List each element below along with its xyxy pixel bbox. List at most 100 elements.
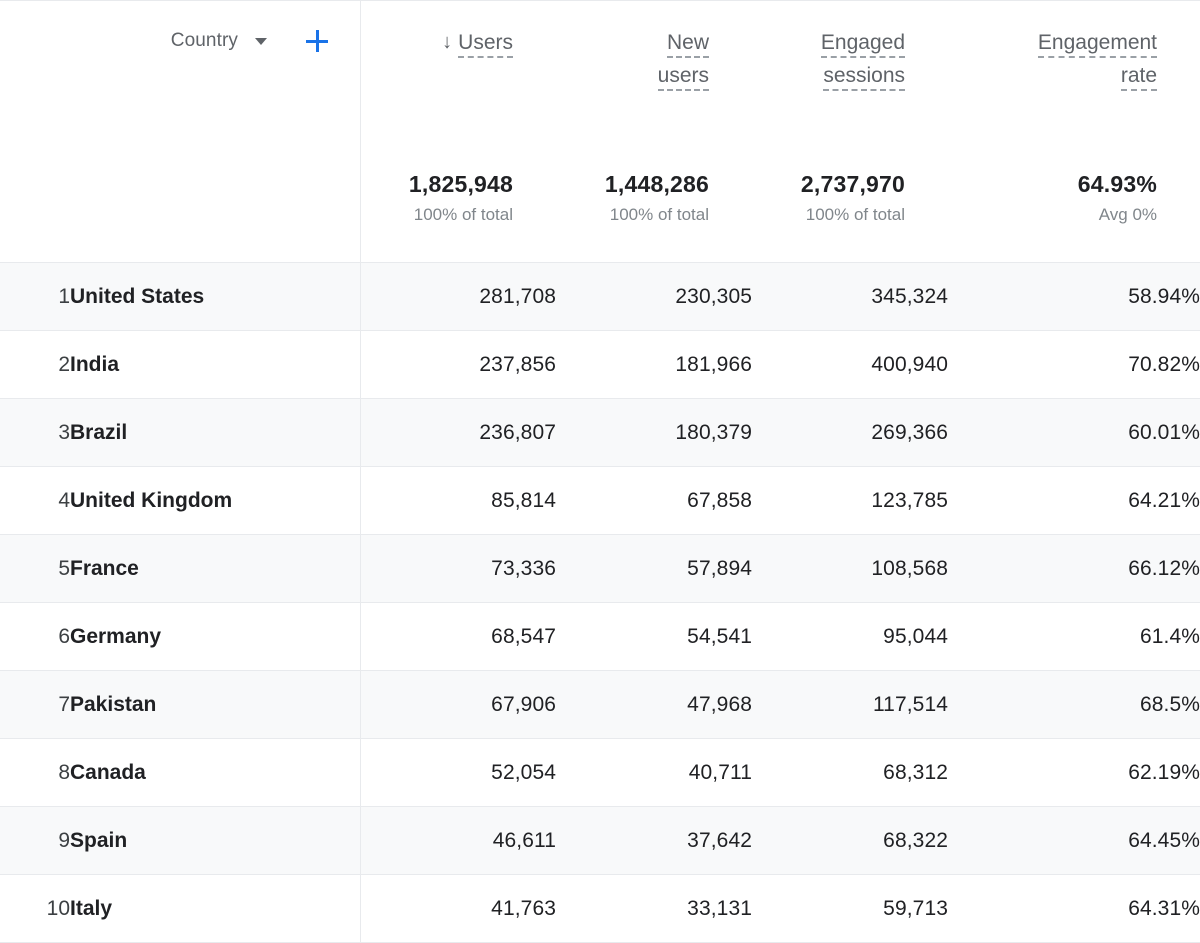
row-users: 236,807 <box>360 399 556 467</box>
row-engagement-rate: 64.31% <box>948 875 1200 943</box>
row-engagement-rate: 64.45% <box>948 807 1200 875</box>
dimension-label[interactable]: Country <box>171 30 238 52</box>
dimension-metric-divider <box>360 1 361 943</box>
row-engaged-sessions: 68,322 <box>752 807 948 875</box>
row-rank: 6 <box>0 603 70 671</box>
table-row[interactable]: 5France73,33657,894108,56866.12% <box>0 535 1200 603</box>
totals-dimension-cell <box>0 149 360 263</box>
row-rank: 9 <box>0 807 70 875</box>
totals-value: 1,825,948 <box>360 170 513 198</box>
plus-icon[interactable] <box>306 30 328 52</box>
column-header-users[interactable]: ↓Users <box>360 1 556 149</box>
table-row[interactable]: 6Germany68,54754,54195,04461.4% <box>0 603 1200 671</box>
row-engagement-rate: 58.94% <box>948 263 1200 331</box>
analytics-data-table: Country ↓Users New <box>0 0 1200 942</box>
totals-subtext: 100% of total <box>556 202 709 228</box>
row-new-users: 180,379 <box>556 399 752 467</box>
row-country-label[interactable]: Canada <box>70 739 360 807</box>
row-engagement-rate: 61.4% <box>948 603 1200 671</box>
row-new-users: 40,711 <box>556 739 752 807</box>
totals-subtext: Avg 0% <box>948 202 1157 228</box>
totals-cell-new-users: 1,448,286 100% of total <box>556 149 752 263</box>
table-row[interactable]: 7Pakistan67,90647,968117,51468.5% <box>0 671 1200 739</box>
table-header: Country ↓Users New <box>0 1 1200 149</box>
row-rank: 2 <box>0 331 70 399</box>
chevron-down-icon[interactable] <box>255 38 267 45</box>
row-new-users: 37,642 <box>556 807 752 875</box>
dimension-selector[interactable]: Country <box>0 1 360 52</box>
row-country-label[interactable]: Pakistan <box>70 671 360 739</box>
table-row[interactable]: 1United States281,708230,305345,32458.94… <box>0 263 1200 331</box>
table-row[interactable]: 2India237,856181,966400,94070.82% <box>0 331 1200 399</box>
column-header-label[interactable]: Engaged <box>821 31 905 58</box>
totals-subtext: 100% of total <box>360 202 513 228</box>
totals-value: 1,448,286 <box>556 170 709 198</box>
table-body: 1United States281,708230,305345,32458.94… <box>0 263 1200 943</box>
table-row[interactable]: 3Brazil236,807180,379269,36660.01% <box>0 399 1200 467</box>
row-rank: 10 <box>0 875 70 943</box>
row-engaged-sessions: 68,312 <box>752 739 948 807</box>
arrow-down-icon[interactable]: ↓ <box>442 27 452 58</box>
column-header-new-users[interactable]: New users <box>556 1 752 149</box>
totals-row: 1,825,948 100% of total 1,448,286 100% o… <box>0 149 1200 263</box>
row-users: 85,814 <box>360 467 556 535</box>
column-header-label[interactable]: Users <box>458 31 513 58</box>
row-rank: 5 <box>0 535 70 603</box>
column-header-label[interactable]: users <box>658 64 709 91</box>
row-users: 46,611 <box>360 807 556 875</box>
row-rank: 3 <box>0 399 70 467</box>
row-country-label[interactable]: India <box>70 331 360 399</box>
row-engaged-sessions: 95,044 <box>752 603 948 671</box>
row-country-label[interactable]: Italy <box>70 875 360 943</box>
row-rank: 4 <box>0 467 70 535</box>
row-users: 67,906 <box>360 671 556 739</box>
row-users: 281,708 <box>360 263 556 331</box>
row-users: 52,054 <box>360 739 556 807</box>
totals-value: 64.93% <box>948 170 1157 198</box>
row-engaged-sessions: 108,568 <box>752 535 948 603</box>
row-engagement-rate: 62.19% <box>948 739 1200 807</box>
totals-subtext: 100% of total <box>752 202 905 228</box>
row-engaged-sessions: 345,324 <box>752 263 948 331</box>
row-engagement-rate: 68.5% <box>948 671 1200 739</box>
row-country-label[interactable]: United Kingdom <box>70 467 360 535</box>
totals-cell-engagement-rate: 64.93% Avg 0% <box>948 149 1200 263</box>
country-metrics-table: Country ↓Users New <box>0 1 1200 943</box>
totals-value: 2,737,970 <box>752 170 905 198</box>
row-users: 41,763 <box>360 875 556 943</box>
row-new-users: 181,966 <box>556 331 752 399</box>
row-country-label[interactable]: Spain <box>70 807 360 875</box>
row-rank: 1 <box>0 263 70 331</box>
dimension-header-cell: Country <box>0 1 360 149</box>
column-header-label[interactable]: Engagement <box>1038 31 1157 58</box>
column-header-label[interactable]: sessions <box>823 64 905 91</box>
row-country-label[interactable]: France <box>70 535 360 603</box>
row-engaged-sessions: 59,713 <box>752 875 948 943</box>
row-rank: 7 <box>0 671 70 739</box>
table-row[interactable]: 4United Kingdom85,81467,858123,78564.21% <box>0 467 1200 535</box>
row-engagement-rate: 66.12% <box>948 535 1200 603</box>
row-engagement-rate: 60.01% <box>948 399 1200 467</box>
totals-cell-engaged-sessions: 2,737,970 100% of total <box>752 149 948 263</box>
row-engaged-sessions: 123,785 <box>752 467 948 535</box>
column-header-label[interactable]: New <box>667 31 709 58</box>
row-engagement-rate: 64.21% <box>948 467 1200 535</box>
row-users: 68,547 <box>360 603 556 671</box>
row-country-label[interactable]: Brazil <box>70 399 360 467</box>
table-row[interactable]: 10Italy41,76333,13159,71364.31% <box>0 875 1200 943</box>
row-new-users: 230,305 <box>556 263 752 331</box>
row-country-label[interactable]: United States <box>70 263 360 331</box>
row-engagement-rate: 70.82% <box>948 331 1200 399</box>
column-header-label[interactable]: rate <box>1121 64 1157 91</box>
row-users: 73,336 <box>360 535 556 603</box>
row-new-users: 57,894 <box>556 535 752 603</box>
row-country-label[interactable]: Germany <box>70 603 360 671</box>
row-engaged-sessions: 400,940 <box>752 331 948 399</box>
row-rank: 8 <box>0 739 70 807</box>
row-new-users: 33,131 <box>556 875 752 943</box>
table-row[interactable]: 9Spain46,61137,64268,32264.45% <box>0 807 1200 875</box>
table-row[interactable]: 8Canada52,05440,71168,31262.19% <box>0 739 1200 807</box>
column-header-engaged-sessions[interactable]: Engaged sessions <box>752 1 948 149</box>
column-header-engagement-rate[interactable]: Engagement rate <box>948 1 1200 149</box>
totals-cell-users: 1,825,948 100% of total <box>360 149 556 263</box>
